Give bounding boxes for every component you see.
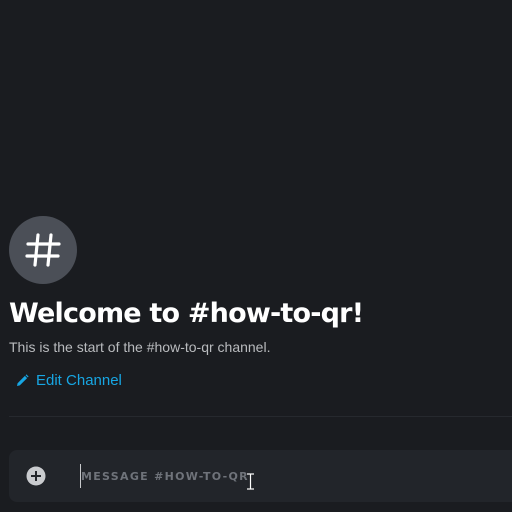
- plus-circle-icon[interactable]: [26, 466, 46, 486]
- divider: [9, 416, 512, 417]
- welcome-subtitle: This is the start of the #how-to-qr chan…: [9, 339, 271, 355]
- channel-welcome: Welcome to #how-to-qr! This is the start…: [9, 216, 512, 389]
- message-composer: [9, 450, 512, 502]
- welcome-title: Welcome to #how-to-qr!: [9, 298, 364, 329]
- message-input[interactable]: [80, 464, 461, 488]
- edit-channel-label: Edit Channel: [36, 372, 122, 389]
- edit-channel-link[interactable]: Edit Channel: [16, 372, 122, 389]
- text-cursor-icon: [246, 473, 255, 490]
- pencil-icon: [16, 374, 29, 387]
- chat-window: Welcome to #how-to-qr! This is the start…: [0, 0, 512, 512]
- hash-icon: [9, 216, 77, 284]
